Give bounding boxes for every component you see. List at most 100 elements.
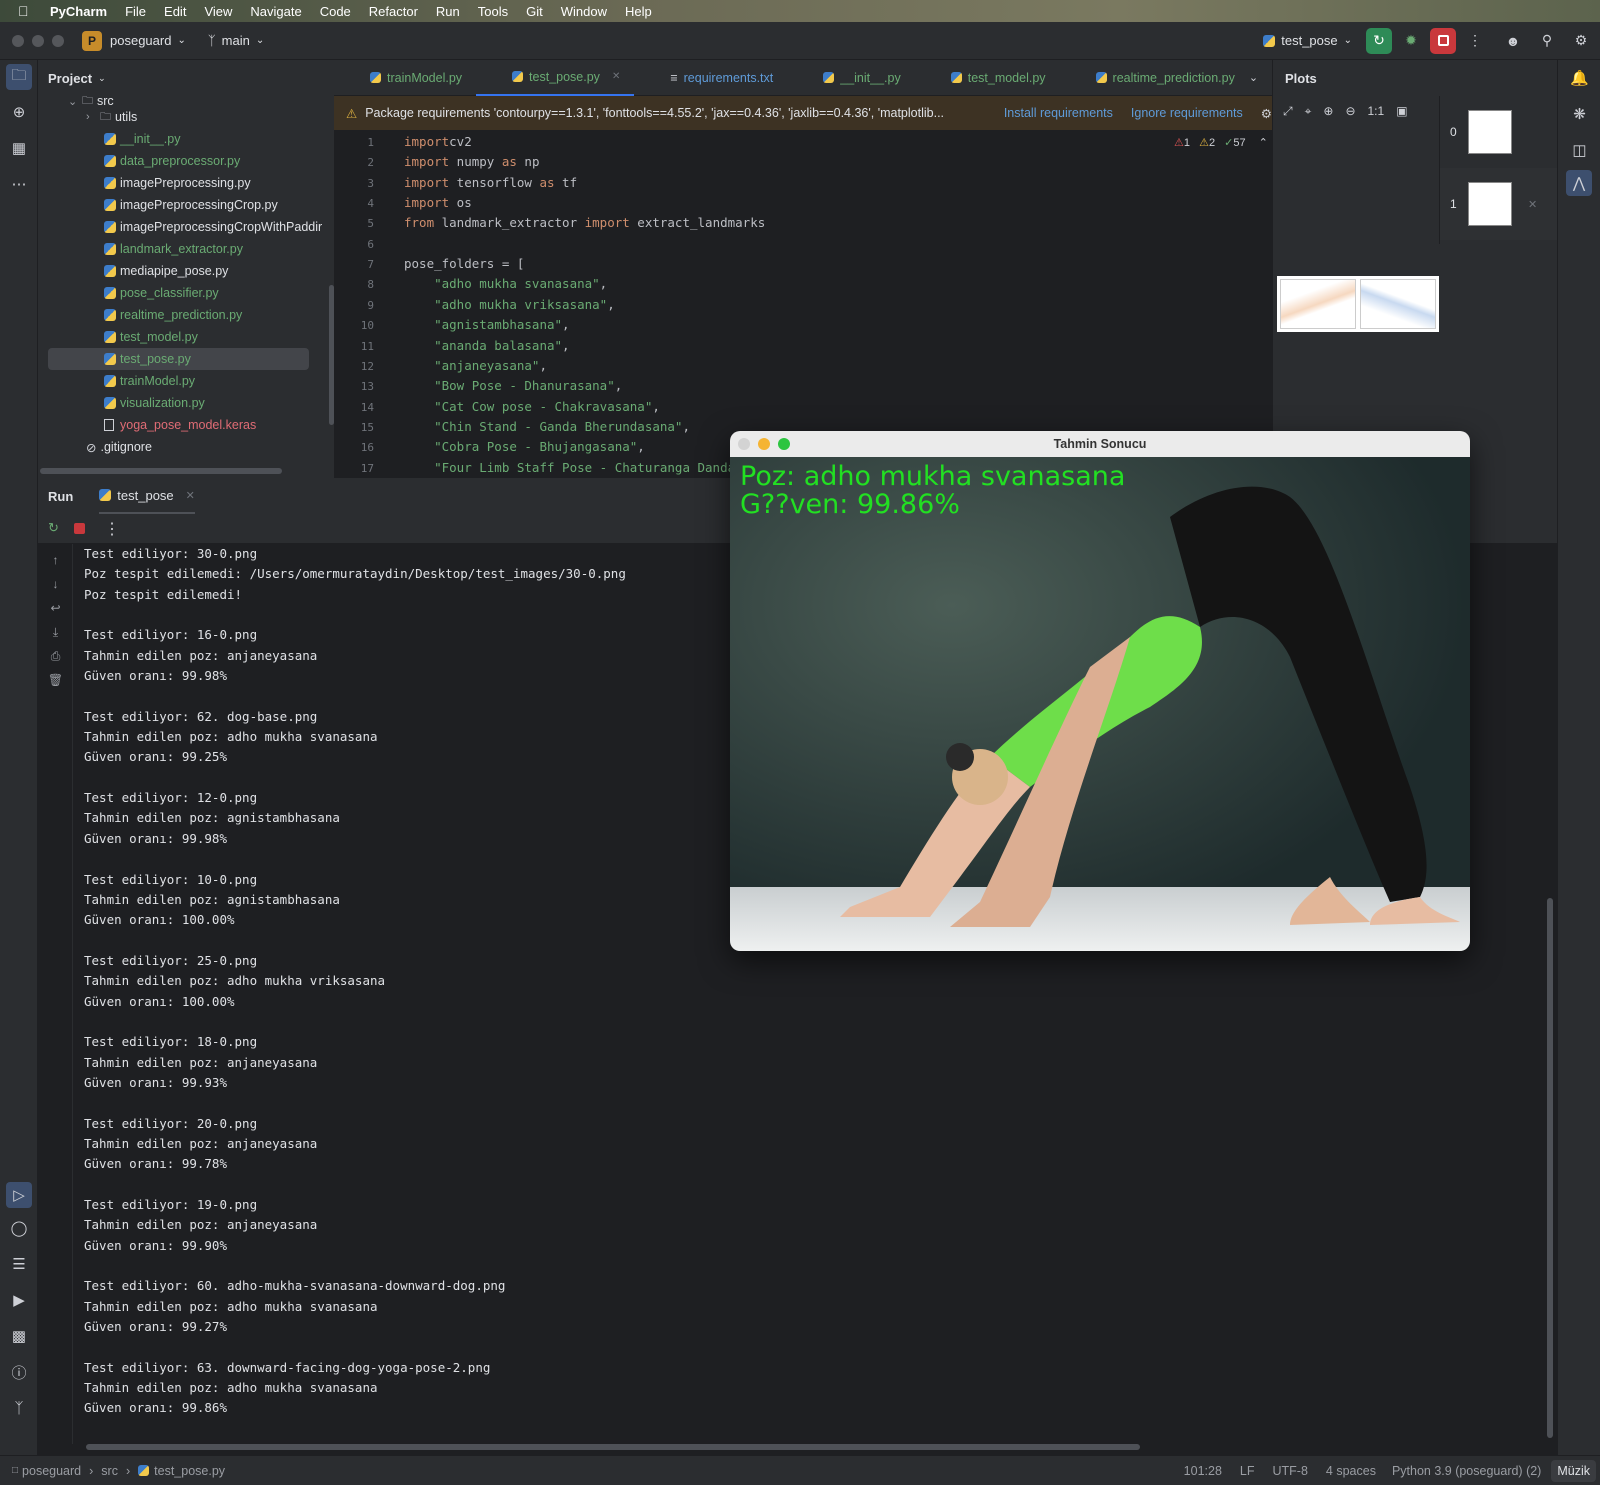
stop-button[interactable] — [1430, 27, 1456, 54]
tree-file[interactable]: realtime_prediction.py — [38, 304, 334, 326]
menu-navigate[interactable]: Navigate — [250, 4, 301, 19]
tree-file[interactable]: imagePreprocessingCrop.py — [38, 194, 334, 216]
editor-tab[interactable]: test_model.py — [915, 60, 1060, 96]
window-zoom-button[interactable] — [52, 34, 64, 47]
save-image-icon[interactable]: ▣ — [1396, 104, 1407, 118]
debug-bug-icon[interactable]: ✹ — [1398, 28, 1424, 54]
window-title-bar[interactable]: Tahmin Sonucu — [730, 431, 1470, 457]
editor-tab[interactable]: ≡ requirements.txt — [634, 60, 787, 96]
tree-file[interactable]: imagePreprocessingCropWithPaddir — [38, 216, 334, 238]
python-interpreter[interactable]: Python 3.9 (poseguard) (2) — [1392, 1464, 1541, 1478]
tree-file[interactable]: yoga_pose_model.keras — [38, 414, 334, 436]
tree-file[interactable]: visualization.py — [38, 392, 334, 414]
more-actions-icon[interactable]: ⋮ — [104, 519, 120, 539]
actual-size-button[interactable]: 1:1 — [1368, 104, 1385, 118]
apple-icon[interactable]:  — [18, 3, 38, 19]
tree-file[interactable]: test_pose.py — [48, 348, 309, 370]
app-menu[interactable]: PyCharm — [50, 4, 107, 19]
run-config-selector[interactable]: test_pose ⌄ — [1263, 33, 1352, 48]
project-switcher[interactable]: P poseguard ⌄ — [82, 30, 186, 51]
search-icon[interactable]: ⚲ — [1534, 28, 1560, 54]
settings-gear-icon[interactable]: ⚙ — [1568, 28, 1594, 54]
fit-icon[interactable]: ⤢ — [1283, 104, 1293, 119]
tree-file[interactable]: mediapipe_pose.py — [38, 260, 334, 282]
breadcrumb-file[interactable]: test_pose.py — [154, 1464, 225, 1478]
tree-file[interactable]: trainModel.py — [38, 370, 334, 392]
breadcrumb-src[interactable]: src — [101, 1464, 118, 1478]
install-requirements-link[interactable]: Install requirements — [1004, 106, 1113, 120]
project-tool-icon[interactable]: 🗀 — [6, 64, 32, 90]
close-icon[interactable]: ✕ — [186, 489, 195, 502]
run-tool-icon[interactable]: ▷ — [6, 1182, 32, 1208]
scroll-to-end-icon[interactable]: ⤓ — [38, 620, 73, 644]
chevron-down-icon[interactable]: ⌄ — [1249, 71, 1258, 84]
scroll-down-icon[interactable]: ↓ — [38, 572, 73, 596]
plots-tool-icon[interactable]: ⋀ — [1566, 170, 1592, 196]
scroll-up-icon[interactable]: ↑ — [38, 548, 73, 572]
tree-file[interactable]: landmark_extractor.py — [38, 238, 334, 260]
console-horizontal-scrollbar[interactable] — [86, 1444, 1140, 1450]
python-console-icon[interactable]: ◯ — [0, 1210, 38, 1246]
editor-tab[interactable]: __init__.py — [787, 60, 914, 96]
window-close-button[interactable] — [12, 34, 24, 47]
crop-icon[interactable]: ⌖ — [1305, 104, 1312, 119]
editor-tab[interactable]: test_pose.py ✕ — [476, 60, 635, 96]
stop-icon[interactable] — [74, 523, 85, 534]
add-user-icon[interactable]: ☻ — [1500, 28, 1526, 54]
gear-icon[interactable]: ⚙ — [1261, 106, 1272, 121]
window-minimize-button[interactable] — [32, 34, 44, 47]
project-panel-title[interactable]: Project — [48, 71, 92, 86]
structure-icon[interactable]: ▦ — [0, 130, 38, 166]
code-editor[interactable]: 1 importcv2 2 import numpy as np 3 import ten… — [334, 130, 1272, 478]
menu-run[interactable]: Run — [436, 4, 460, 19]
tree-file[interactable]: test_model.py — [38, 326, 334, 348]
close-icon[interactable]: ✕ — [1528, 198, 1537, 211]
layers-icon[interactable]: ☰ — [0, 1246, 38, 1282]
plot-thumbnail[interactable]: 0 — [1440, 96, 1557, 168]
breadcrumb-project[interactable]: poseguard — [22, 1464, 81, 1478]
chevron-down-icon[interactable]: ⌄ — [68, 96, 82, 106]
chevron-right-icon[interactable]: › — [86, 111, 100, 123]
run-tab[interactable]: test_pose ✕ — [99, 478, 195, 514]
soft-wrap-icon[interactable]: ↩ — [38, 596, 73, 620]
problems-icon[interactable]: ⓘ — [0, 1354, 38, 1390]
editor-tab[interactable]: realtime_prediction.py — [1060, 60, 1249, 96]
tree-folder[interactable]: ⌄ 🗀 src — [38, 96, 334, 106]
ai-assistant-icon[interactable]: ❋ — [1558, 96, 1600, 132]
services-icon[interactable]: ▶ — [0, 1282, 38, 1318]
database-icon[interactable]: ◫ — [1558, 132, 1600, 168]
tree-folder[interactable]: › 🗀 utils — [38, 106, 334, 128]
menu-window[interactable]: Window — [561, 4, 607, 19]
menu-git[interactable]: Git — [526, 4, 543, 19]
tree-file[interactable]: __init__.py — [38, 128, 334, 150]
menu-code[interactable]: Code — [320, 4, 351, 19]
branch-switcher[interactable]: ᛉ main ⌄ — [208, 33, 264, 48]
prediction-result-window[interactable]: Tahmin Sonucu Poz: adho mukha svanasana … — [730, 431, 1470, 951]
git-icon[interactable]: ᛉ — [0, 1390, 38, 1426]
horizontal-scrollbar[interactable] — [40, 468, 282, 474]
more-actions-icon[interactable]: ⋮ — [1462, 28, 1488, 54]
chevron-up-icon[interactable]: ⌃ — [1259, 137, 1268, 149]
clear-all-icon[interactable]: 🗑 — [38, 668, 73, 692]
tree-file[interactable]: data_preprocessor.py — [38, 150, 334, 172]
menu-help[interactable]: Help — [625, 4, 652, 19]
terminal-icon[interactable]: ▩ — [0, 1318, 38, 1354]
inspection-widget[interactable]: ⚠1 ⚠2 ✓57 ⌃ ⌄ — [1174, 136, 1272, 149]
plot-thumbnail[interactable]: 1 ✕ — [1440, 168, 1557, 240]
zoom-in-icon[interactable]: ⊕ — [1323, 104, 1333, 118]
editor-tab[interactable]: trainModel.py — [334, 60, 476, 96]
rerun-button[interactable]: ↻ — [1366, 27, 1392, 54]
zoom-out-icon[interactable]: ⊖ — [1345, 104, 1355, 118]
line-separator[interactable]: LF — [1240, 1464, 1255, 1478]
tree-file[interactable]: ⊘ .gitignore — [38, 436, 334, 458]
menu-file[interactable]: File — [125, 4, 146, 19]
ignore-requirements-link[interactable]: Ignore requirements — [1131, 106, 1243, 120]
print-icon[interactable]: ⎙ — [38, 644, 73, 668]
tree-file[interactable]: pose_classifier.py — [38, 282, 334, 304]
commit-icon[interactable]: ⊕ — [0, 94, 38, 130]
file-encoding[interactable]: UTF-8 — [1273, 1464, 1308, 1478]
menu-tools[interactable]: Tools — [478, 4, 508, 19]
more-tools-icon[interactable]: ⋯ — [0, 166, 38, 202]
menu-view[interactable]: View — [204, 4, 232, 19]
menu-refactor[interactable]: Refactor — [369, 4, 418, 19]
